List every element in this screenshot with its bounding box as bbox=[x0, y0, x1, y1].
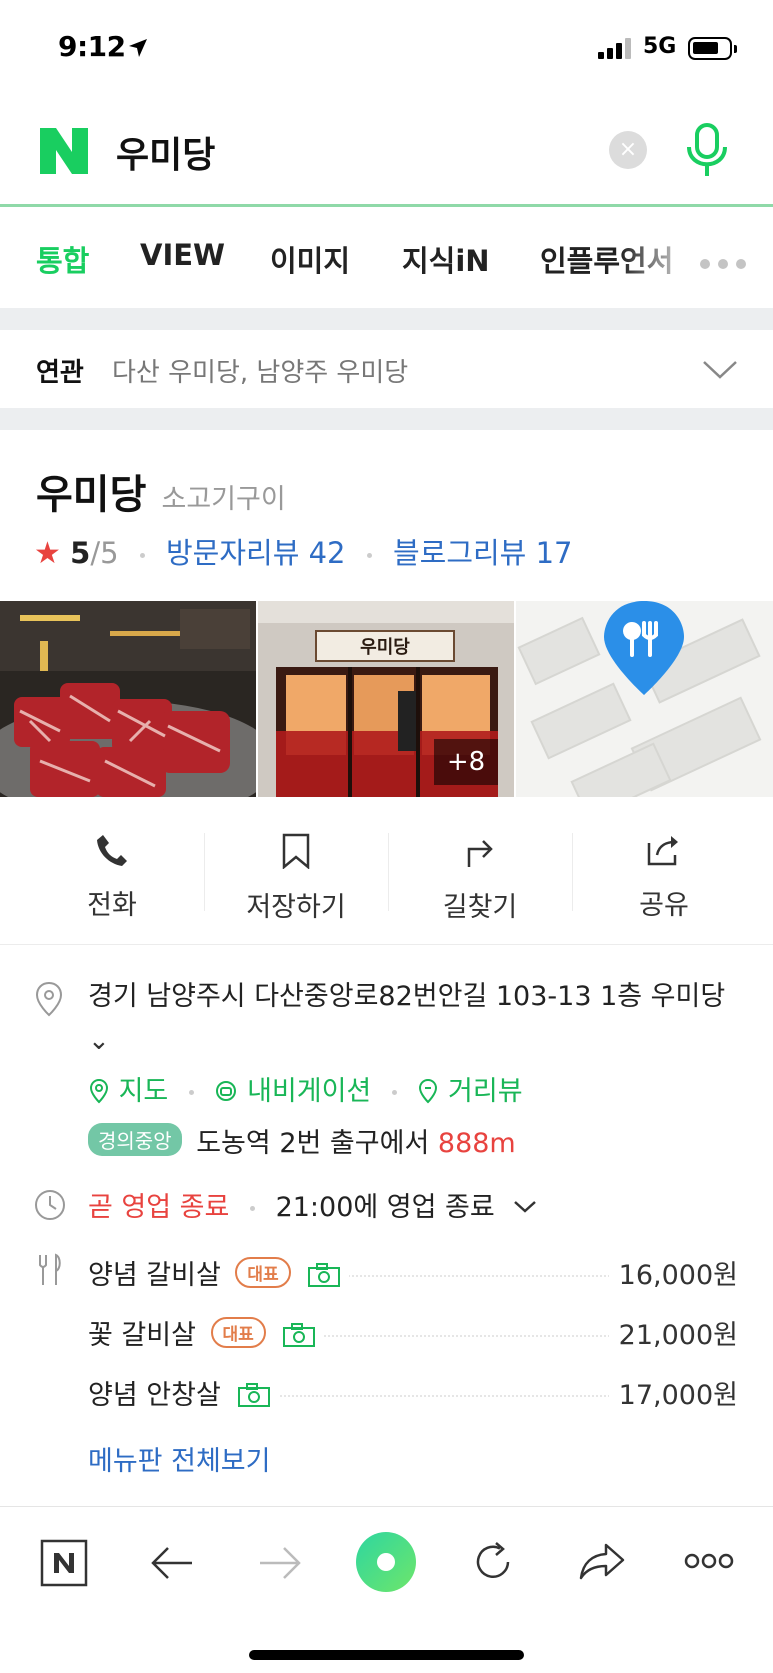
share-button[interactable]: 공유 bbox=[572, 833, 756, 922]
location-arrow-icon bbox=[129, 39, 147, 57]
back-arrow-icon[interactable] bbox=[150, 1545, 194, 1581]
battery-icon bbox=[688, 37, 737, 60]
tab-knowledge-in[interactable]: 지식iN bbox=[402, 238, 490, 280]
tab-integrated[interactable]: 통합 bbox=[36, 238, 89, 280]
related-items[interactable]: 다산 우미당, 남양주 우미당 bbox=[112, 352, 408, 389]
street-view-link[interactable]: 거리뷰 bbox=[448, 1076, 523, 1107]
chevron-down-icon[interactable] bbox=[702, 360, 738, 380]
forward-arrow-icon[interactable] bbox=[258, 1545, 302, 1581]
share-icon bbox=[647, 836, 678, 866]
network-type: 5G bbox=[643, 34, 677, 59]
action-bar: 전화 저장하기 길찾기 공유 bbox=[0, 797, 773, 945]
tab-view[interactable]: VIEW bbox=[140, 238, 225, 272]
camera-icon[interactable] bbox=[282, 1322, 316, 1348]
subway-distance: 888m bbox=[437, 1128, 516, 1159]
save-label: 저장하기 bbox=[246, 892, 346, 923]
address[interactable]: 경기 남양주시 다산중앙로82번안길 103-13 1층 우미당 ⌄ bbox=[88, 975, 738, 1063]
address-text: 경기 남양주시 다산중앙로82번안길 103-13 1층 우미당 bbox=[88, 981, 726, 1012]
phone-icon bbox=[97, 835, 127, 866]
related-searches[interactable]: 연관 다산 우미당, 남양주 우미당 bbox=[0, 330, 773, 408]
status-bar: 9:12 5G bbox=[0, 0, 773, 100]
naver-logo-icon[interactable] bbox=[40, 128, 88, 174]
location-pin-icon bbox=[35, 981, 63, 1017]
browser-toolbar bbox=[0, 1506, 773, 1673]
photo-strip: 우미당 +8 bbox=[0, 601, 773, 797]
menu-item-price: 21,000원 bbox=[608, 1313, 738, 1352]
call-button[interactable]: 전화 bbox=[20, 833, 204, 922]
camera-icon[interactable] bbox=[237, 1382, 271, 1408]
storefront-sign-text: 우미당 bbox=[360, 637, 410, 658]
status-time: 9:12 bbox=[58, 30, 126, 63]
green-dot-icon[interactable] bbox=[355, 1531, 417, 1593]
closing-status: 곧 영업 종료 bbox=[88, 1192, 230, 1223]
signature-badge: 대표 bbox=[235, 1257, 291, 1288]
search-bar: 우미당 × bbox=[0, 100, 773, 207]
more-options-icon[interactable] bbox=[684, 1553, 734, 1569]
menu-item[interactable]: 양념 안창살 17,000원 bbox=[88, 1373, 738, 1413]
tab-images[interactable]: 이미지 bbox=[270, 238, 350, 280]
place-category: 소고기구이 bbox=[161, 484, 286, 515]
signature-badge: 대표 bbox=[210, 1317, 266, 1348]
map-link[interactable]: 지도 bbox=[119, 1076, 169, 1107]
more-tabs-icon[interactable] bbox=[700, 254, 754, 273]
navigation-link[interactable]: 내비게이션 bbox=[247, 1076, 371, 1107]
search-input[interactable]: 우미당 bbox=[116, 126, 215, 178]
rating-score: 5 bbox=[70, 536, 91, 570]
star-icon: ★ bbox=[34, 536, 61, 571]
naver-home-icon[interactable] bbox=[40, 1539, 88, 1587]
street-view-icon bbox=[417, 1076, 448, 1107]
related-label: 연관 bbox=[36, 358, 84, 388]
map-pin-icon bbox=[88, 1076, 119, 1107]
menu-item-price: 17,000원 bbox=[608, 1373, 738, 1412]
place-header: 우미당 소고기구이 bbox=[36, 462, 286, 520]
address-expand-icon[interactable]: ⌄ bbox=[88, 1026, 110, 1056]
clear-search-button[interactable]: × bbox=[609, 131, 647, 169]
clock-icon bbox=[35, 1190, 65, 1220]
directions-arrow-icon bbox=[467, 840, 493, 867]
save-button[interactable]: 저장하기 bbox=[204, 833, 388, 924]
directions-button[interactable]: 길찾기 bbox=[388, 833, 572, 924]
fork-knife-icon bbox=[39, 1253, 61, 1285]
photo-beef[interactable] bbox=[0, 601, 256, 797]
bookmark-icon bbox=[282, 833, 310, 870]
camera-icon[interactable] bbox=[307, 1262, 341, 1288]
menu-item-name: 양념 갈비살 bbox=[88, 1260, 221, 1291]
subway-station: 도농역 bbox=[196, 1128, 271, 1159]
call-label: 전화 bbox=[87, 890, 137, 921]
visitor-reviews-link[interactable]: 방문자리뷰 42 bbox=[166, 536, 346, 570]
search-tabs: 통합 VIEW 이미지 지식iN 인플루언서 bbox=[0, 210, 773, 308]
directions-label: 길찾기 bbox=[442, 892, 518, 923]
place-name[interactable]: 우미당 bbox=[36, 472, 146, 518]
cellular-signal-icon bbox=[598, 37, 632, 59]
photo-count-badge[interactable]: +8 bbox=[434, 739, 498, 785]
map-thumbnail[interactable] bbox=[516, 601, 773, 797]
business-hours[interactable]: 곧 영업 종료 21:00에 영업 종료 bbox=[88, 1185, 537, 1224]
rating-max: /5 bbox=[90, 536, 119, 570]
rating-row: ★ 5/5 방문자리뷰 42 블로그리뷰 17 bbox=[34, 530, 572, 572]
chevron-down-icon[interactable] bbox=[513, 1200, 537, 1214]
location-links: 지도 내비게이션 거리뷰 bbox=[88, 1069, 523, 1108]
share-arrow-icon[interactable] bbox=[578, 1541, 626, 1581]
share-label: 공유 bbox=[639, 890, 689, 921]
closing-time: 21:00에 영업 종료 bbox=[275, 1192, 495, 1223]
home-indicator bbox=[249, 1650, 524, 1660]
microphone-icon[interactable] bbox=[684, 122, 730, 180]
subway-exit: 2번 출구에서 bbox=[279, 1128, 430, 1159]
menu-item[interactable]: 양념 갈비살 대표 16,000원 bbox=[88, 1253, 738, 1293]
blog-reviews-link[interactable]: 블로그리뷰 17 bbox=[393, 536, 573, 570]
menu-item-name: 양념 안창살 bbox=[88, 1380, 221, 1411]
subway-info: 경의중앙 도농역 2번 출구에서 888m bbox=[88, 1121, 516, 1160]
menu-item[interactable]: 꽃 갈비살 대표 21,000원 bbox=[88, 1313, 738, 1353]
menu-item-price: 16,000원 bbox=[608, 1253, 738, 1292]
photo-storefront[interactable]: 우미당 +8 bbox=[258, 601, 514, 797]
menu-item-name: 꽃 갈비살 bbox=[88, 1320, 196, 1351]
car-icon bbox=[214, 1076, 247, 1107]
view-full-menu-link[interactable]: 메뉴판 전체보기 bbox=[88, 1439, 270, 1478]
subway-line-badge: 경의중앙 bbox=[88, 1123, 182, 1156]
refresh-icon[interactable] bbox=[470, 1539, 516, 1585]
